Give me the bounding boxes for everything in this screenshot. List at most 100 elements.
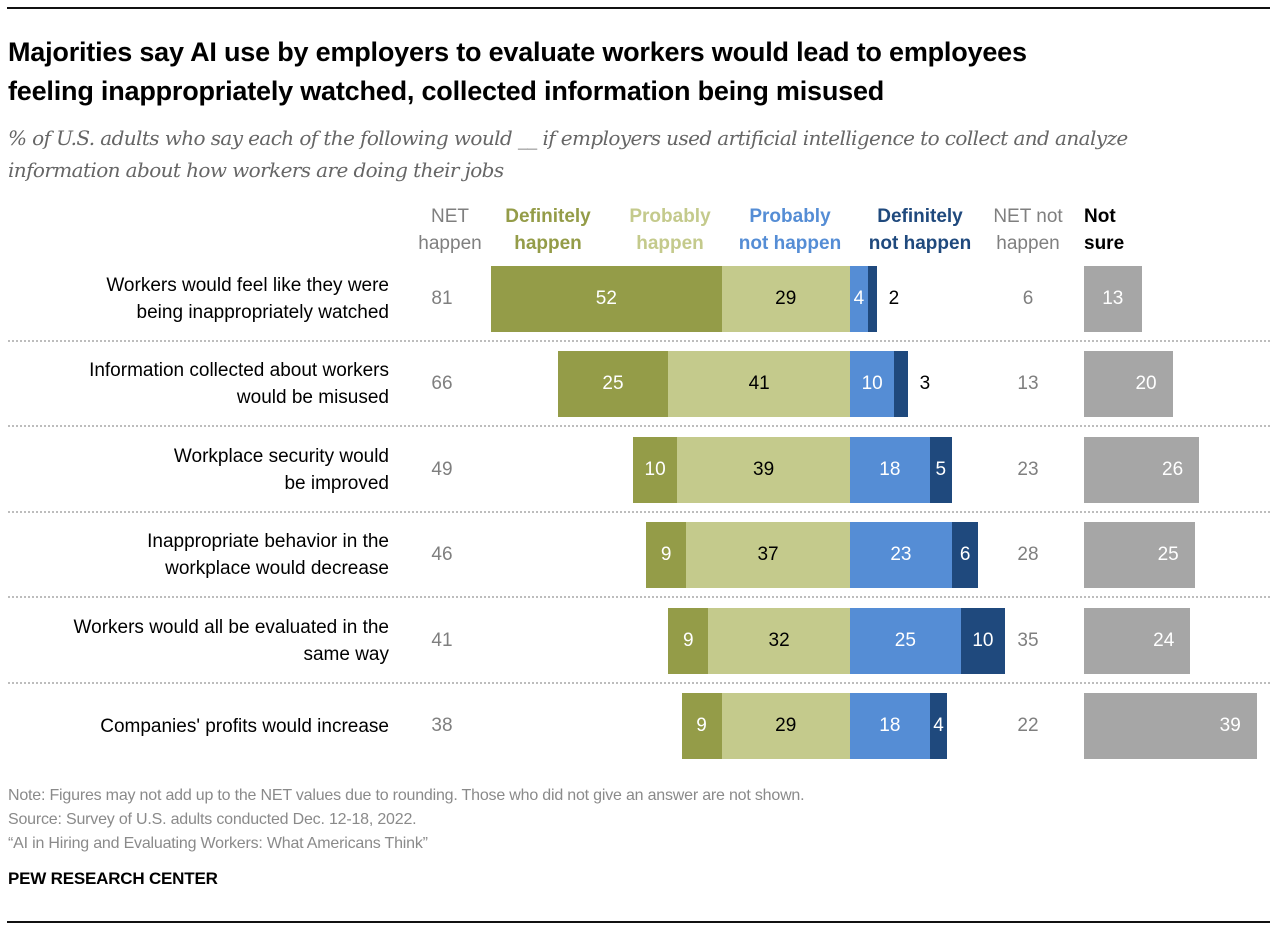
row-label-line: Inappropriate behavior in the (147, 531, 389, 553)
bar-value-label: 29 (775, 288, 797, 309)
row-label-line: workplace would decrease (165, 558, 389, 580)
column-header-net-not-happen: NET not happen (984, 203, 1072, 257)
bar-segment-not-sure: 25 (1084, 522, 1195, 589)
bar-segment-probably-happen: 41 (668, 351, 850, 418)
row-label-line: would be misused (236, 387, 389, 409)
row-divider (8, 425, 1270, 428)
bar-value-label: 9 (696, 715, 707, 736)
chart-subtitle-line-2: information about how workers are doing … (8, 158, 504, 182)
bar-segment-probably-happen: 32 (708, 607, 850, 674)
bar-value-label: 25 (1157, 544, 1179, 566)
bar-segment-probably-not-happen: 23 (850, 522, 952, 589)
row-divider (8, 681, 1270, 684)
bar-value-label: 39 (1219, 715, 1241, 736)
bar-value-label: 18 (879, 458, 901, 480)
row-label: Inappropriate behavior in the workplace w… (0, 528, 389, 582)
column-header-not-sure: Not sure (1084, 203, 1124, 257)
net-happen-value: 46 (431, 544, 453, 566)
column-header-not-sure-line-2: sure (1084, 233, 1125, 254)
bar-segment-probably-not-happen: 10 (850, 351, 895, 418)
column-header-probably-not-happen: Probably not happen (728, 203, 852, 257)
bar-value-label: 32 (768, 629, 790, 651)
bar-segment-definitely-happen: 9 (681, 693, 722, 759)
bar-value-label: 29 (775, 715, 797, 736)
column-header-probably-not-happen-line-2: not happen (738, 233, 842, 254)
bar-value-label: 24 (1153, 629, 1175, 651)
bar-segment-not-sure: 13 (1084, 266, 1142, 332)
column-header-definitely-happen: Definitely happen (492, 203, 604, 257)
bar-value-label-outside: 3 (919, 373, 931, 395)
bar-value-label: 4 (853, 288, 865, 309)
bar-value-label: 18 (879, 715, 901, 736)
bar-value-label: 37 (757, 544, 779, 566)
bar-segment-not-sure: 24 (1084, 607, 1191, 674)
net-happen-value: 81 (431, 288, 453, 309)
bar-segment-definitely-not-happen: 5 (929, 436, 952, 503)
row-label-line: Companies' profits would increase (100, 715, 389, 737)
column-header-probably-happen-line-2: happen (636, 233, 704, 254)
bar-segment-not-sure: 20 (1084, 351, 1173, 418)
bar-segment-definitely-not-happen: 4 (929, 693, 948, 759)
column-header-net-happen-line-1: NET (431, 206, 469, 227)
bar-segment-not-sure: 39 (1084, 693, 1257, 759)
row-label: Workers would all be evaluated in the sam… (0, 614, 389, 668)
row-label: Workers would feel like they were being i… (0, 272, 389, 326)
bar-segment-probably-happen: 29 (721, 693, 850, 759)
bar-value-label: 23 (890, 544, 912, 566)
chart-title: Majorities say AI use by employers to ev… (8, 33, 1258, 111)
row-label-line: being inappropriately watched (136, 302, 389, 323)
chart-subtitle: % of U.S. adults who say each of the fol… (8, 122, 1268, 186)
row-divider (8, 340, 1270, 342)
bar-segment-probably-not-happen: 18 (850, 436, 930, 503)
bar-segment-definitely-happen: 25 (557, 351, 669, 418)
column-header-net-not-happen-line-1: NET not (993, 206, 1063, 227)
net-not-happen-value: 22 (1017, 715, 1039, 736)
bar-segment-probably-happen: 39 (677, 436, 850, 503)
bar-value-label: 39 (753, 458, 775, 480)
column-header-definitely-not-happen-line-2: not happen (868, 233, 972, 254)
bar-segment-definitely-happen: 9 (646, 522, 687, 589)
net-not-happen-value: 28 (1017, 544, 1039, 566)
bar-value-label: 9 (683, 629, 694, 651)
bar-value-label: 9 (660, 544, 672, 566)
bar-value-label: 41 (748, 373, 770, 395)
net-not-happen-value: 23 (1017, 458, 1039, 480)
column-header-net-happen-line-2: happen (418, 233, 482, 254)
net-happen-value: 38 (431, 715, 453, 736)
chart-subtitle-line-1: % of U.S. adults who say each of the fol… (8, 126, 1128, 150)
row-label-line: Information collected about workers (89, 360, 389, 382)
source-text: Source: Survey of U.S. adults conducted … (8, 811, 417, 828)
bar-segment-definitely-not-happen (894, 351, 908, 418)
bar-value-label: 5 (935, 458, 947, 480)
row-label-line: Workplace security would (173, 445, 389, 467)
bar-segment-probably-happen: 37 (686, 522, 850, 589)
bar-segment-definitely-happen: 52 (491, 266, 722, 332)
row-label: Workplace security would be improved (0, 443, 389, 497)
bar-value-label: 10 (861, 373, 883, 395)
bar-value-label: 4 (933, 715, 944, 736)
bar-segment-definitely-happen: 9 (668, 607, 709, 674)
column-header-definitely-not-happen-line-1: Definitely (877, 206, 963, 227)
row-divider (8, 596, 1270, 599)
bar-value-label: 26 (1162, 458, 1184, 480)
chart-title-line-1: Majorities say AI use by employers to ev… (8, 37, 1027, 67)
chart-notes: Note: Figures may not add up to the NET … (8, 784, 805, 856)
row-label-line: be improved (284, 472, 389, 494)
report-title-text: “AI in Hiring and Evaluating Workers: Wh… (8, 835, 428, 852)
net-not-happen-value: 35 (1017, 629, 1039, 651)
row-label-line: same way (303, 643, 389, 665)
column-header-definitely-happen-line-2: happen (514, 233, 582, 254)
row-label-line: Workers would all be evaluated in the (73, 616, 389, 638)
note-text: Note: Figures may not add up to the NET … (8, 787, 805, 804)
column-header-definitely-not-happen: Definitely not happen (858, 203, 982, 257)
column-header-probably-not-happen-line-1: Probably (749, 206, 831, 227)
column-header-not-sure-line-1: Not (1084, 206, 1116, 227)
bottom-rule (7, 921, 1270, 923)
bar-value-label: 6 (959, 544, 971, 566)
top-rule (7, 7, 1270, 9)
net-not-happen-value: 13 (1017, 373, 1039, 395)
bar-segment-probably-not-happen: 25 (850, 607, 961, 674)
column-header-probably-happen-line-1: Probably (629, 206, 711, 227)
row-label: Information collected about workers would… (0, 357, 389, 411)
bar-segment-probably-not-happen: 4 (850, 266, 868, 332)
